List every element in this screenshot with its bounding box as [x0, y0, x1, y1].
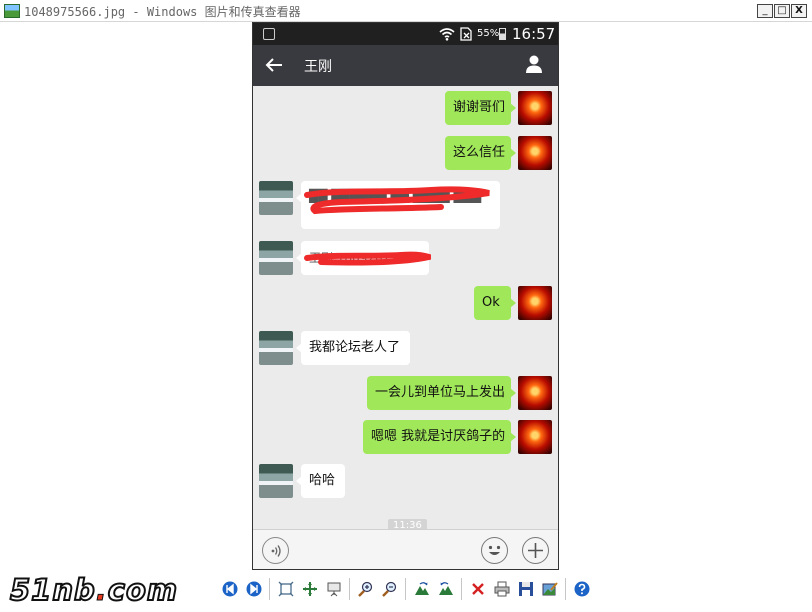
toolbar-separator [405, 578, 406, 600]
actual-size-icon [303, 582, 317, 596]
my-avatar[interactable] [518, 420, 552, 454]
minimize-button[interactable]: _ [757, 4, 773, 18]
chat-message-list[interactable]: 谢谢哥们 这么信任 ██ ██████ ██ ████ ███ 王刚 18092… [253, 86, 558, 533]
slideshow-button[interactable] [325, 580, 343, 598]
message-bubble-sent[interactable]: Ok [474, 286, 516, 320]
smiley-icon [488, 545, 501, 555]
save-copy-button[interactable] [517, 580, 535, 598]
contact-avatar[interactable] [259, 181, 293, 215]
my-avatar[interactable] [518, 91, 552, 125]
delete-button[interactable] [469, 580, 487, 598]
window-title-bar: 1048975566.jpg - Windows 图片和传真查看器 _ □ X [0, 0, 812, 22]
message-bubble-sent[interactable]: 谢谢哥们 [445, 91, 516, 125]
zoom-in-icon [358, 581, 373, 597]
close-button[interactable]: X [791, 4, 807, 18]
rotate-counterclockwise-button[interactable] [437, 580, 455, 598]
message-bubble-received[interactable]: 我都论坛老人了 [296, 331, 410, 365]
next-icon [246, 581, 262, 597]
voice-icon [271, 545, 281, 557]
redacted-message-text: ██ ██████ ██ ████ ███ [309, 189, 482, 203]
voice-input-button[interactable] [262, 537, 289, 564]
slideshow-icon [327, 582, 341, 597]
phone-screenshot: 55% 16:57 王刚 谢谢哥们 这么信任 ██ ██████ ██ ████… [252, 22, 559, 570]
my-avatar[interactable] [518, 136, 552, 170]
toolbar-separator [269, 578, 270, 600]
redacted-message-text: 王刚 18092621 [309, 251, 398, 265]
delete-icon [472, 583, 484, 595]
message-bubble-sent[interactable]: 这么信任 [445, 136, 516, 170]
battery-percentage: 55% [477, 28, 500, 39]
floppy-disk-icon [519, 582, 533, 596]
toolbar-separator [349, 578, 350, 600]
rotate-clockwise-icon [415, 582, 429, 595]
rotate-counterclockwise-icon [439, 582, 453, 595]
print-icon [494, 581, 510, 597]
actual-size-button[interactable] [301, 580, 319, 598]
viewer-toolbar: 51nb.com [0, 570, 812, 612]
contact-avatar[interactable] [259, 241, 293, 275]
message-bubble-sent[interactable]: 嗯嗯 我就是讨厌鸽子的 [363, 420, 516, 454]
message-bubble-sent[interactable]: 一会儿到单位马上发出 [367, 376, 516, 410]
chat-header: 王刚 [253, 45, 558, 86]
notification-icon [263, 28, 275, 40]
zoom-out-icon [382, 581, 397, 597]
best-fit-button[interactable] [277, 580, 295, 598]
zoom-in-button[interactable] [357, 580, 375, 598]
site-watermark-logo: 51nb.com [9, 572, 179, 608]
window-title: 1048975566.jpg - Windows 图片和传真查看器 [24, 5, 301, 19]
edit-image-button[interactable] [541, 580, 559, 598]
battery-icon [499, 28, 506, 40]
status-bar: 55% 16:57 [253, 23, 558, 45]
emoji-button[interactable] [481, 537, 508, 564]
image-viewer-app-icon [4, 4, 20, 18]
status-time: 16:57 [512, 25, 556, 43]
maximize-button[interactable]: □ [774, 4, 790, 18]
contact-avatar[interactable] [259, 331, 293, 365]
print-button[interactable] [493, 580, 511, 598]
previous-image-button[interactable] [221, 580, 239, 598]
plus-icon [528, 543, 543, 558]
message-bubble-received[interactable]: ██ ██████ ██ ████ ███ [296, 181, 500, 229]
previous-icon [222, 581, 238, 597]
zoom-out-button[interactable] [381, 580, 399, 598]
more-actions-button[interactable] [522, 537, 549, 564]
help-button[interactable] [573, 580, 591, 598]
back-arrow-icon[interactable] [263, 54, 285, 76]
edit-image-icon [542, 582, 558, 596]
message-bubble-received[interactable]: 王刚 18092621 [296, 241, 429, 275]
message-input-bar [253, 529, 558, 569]
my-avatar[interactable] [518, 376, 552, 410]
contact-avatar[interactable] [259, 464, 293, 498]
best-fit-icon [278, 581, 294, 597]
contact-profile-icon[interactable] [524, 54, 544, 74]
no-sim-icon [460, 27, 472, 41]
rotate-clockwise-button[interactable] [413, 580, 431, 598]
toolbar-separator [565, 578, 566, 600]
help-icon [574, 581, 590, 597]
next-image-button[interactable] [245, 580, 263, 598]
my-avatar[interactable] [518, 286, 552, 320]
message-bubble-received[interactable]: 哈哈 [296, 464, 345, 498]
toolbar-separator [461, 578, 462, 600]
chat-title: 王刚 [304, 59, 332, 75]
wifi-icon [439, 28, 455, 41]
